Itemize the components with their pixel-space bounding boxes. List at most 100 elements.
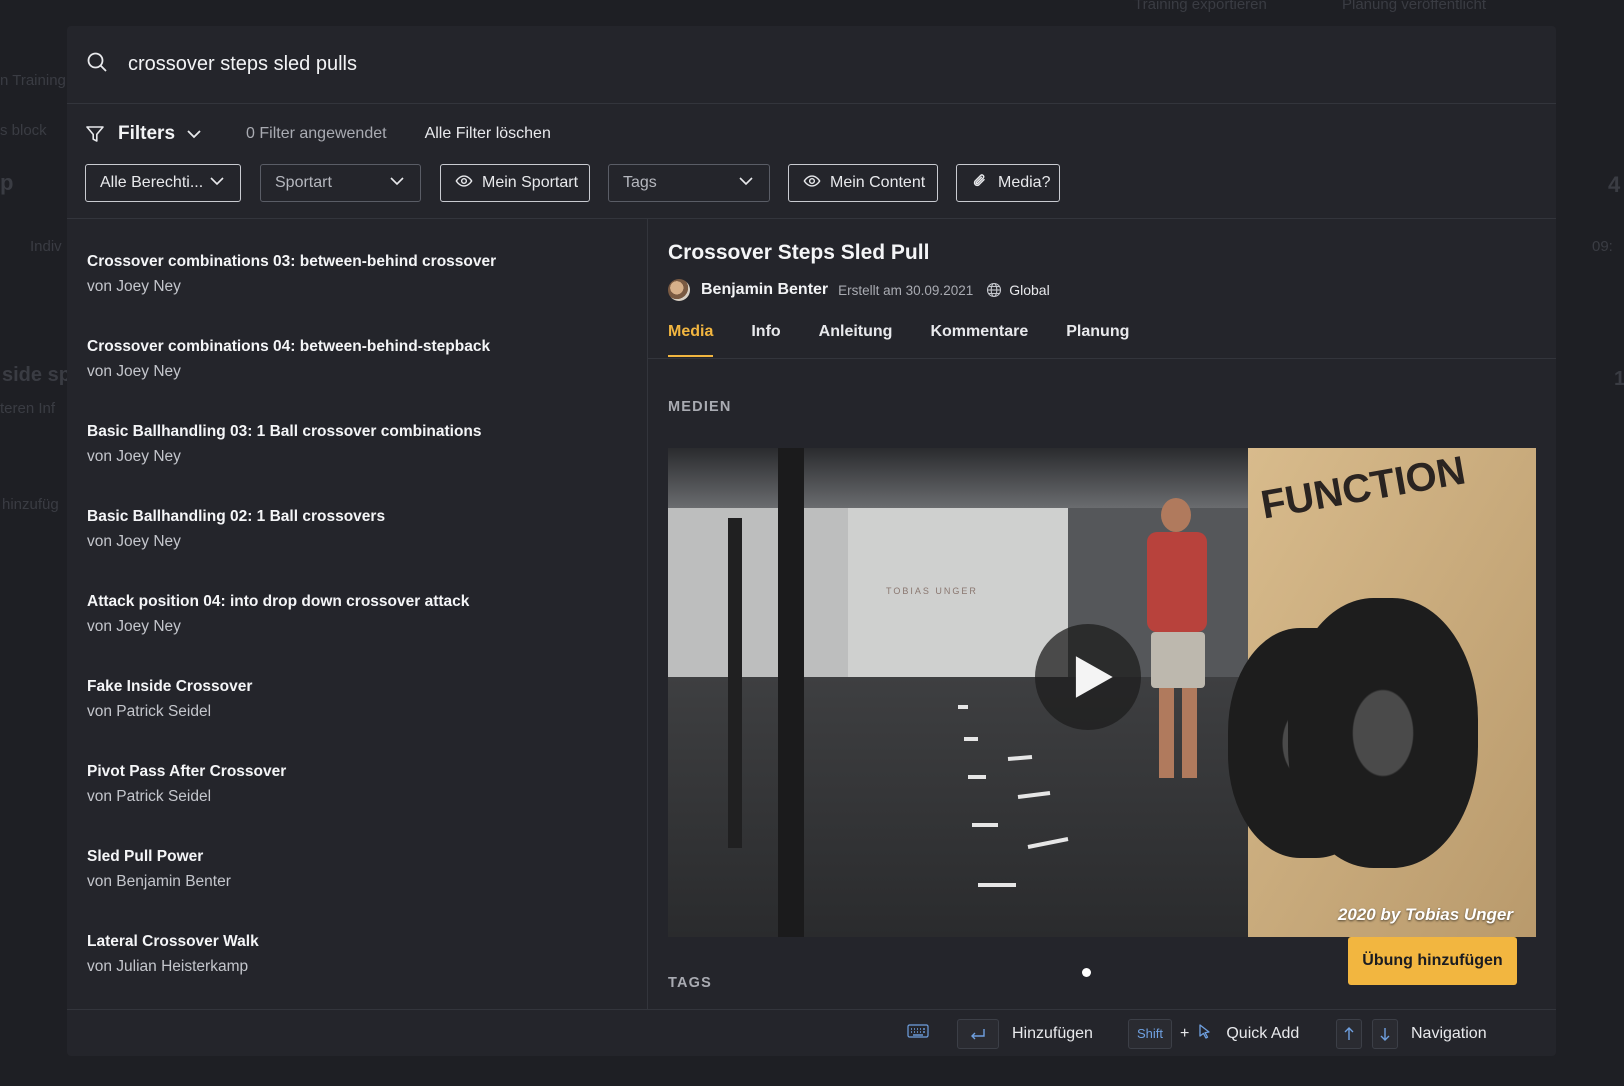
bg-fragment: 1 [1614, 368, 1624, 390]
add-hint-label: Hinzufügen [1012, 1024, 1093, 1042]
list-item[interactable]: Sled Pull Power von Benjamin Benter [87, 848, 637, 891]
media-section-label: MEDIEN [668, 399, 732, 415]
filters-header: Filters 0 Filter angewendet Alle Filter … [85, 114, 551, 154]
bg-published-label: Planung veröffentlicht [1342, 0, 1486, 13]
video-player[interactable]: TOBIAS UNGER FUNCTION 2020 by Tobias Ung… [668, 448, 1536, 937]
result-author: von Joey Ney [87, 533, 181, 550]
search-input[interactable]: crossover steps sled pulls [128, 53, 357, 76]
my-content-toggle[interactable]: Mein Content [788, 164, 938, 202]
arrow-up-key [1336, 1018, 1362, 1049]
clear-filters-button[interactable]: Alle Filter löschen [425, 125, 551, 143]
bg-fragment: Indiv [30, 238, 62, 255]
paperclip-icon [971, 172, 989, 195]
result-title: Fake Inside Crossover [87, 678, 253, 695]
tags-dropdown-placeholder: Tags [623, 174, 657, 191]
result-author: von Joey Ney [87, 363, 181, 380]
quick-add-hint: Shift + Quick Add [1128, 1010, 1299, 1056]
tab-planning[interactable]: Planung [1066, 317, 1129, 357]
list-item[interactable]: Crossover combinations 03: between-behin… [87, 253, 637, 296]
athlete-image [1143, 498, 1213, 788]
chevron-down-icon [388, 172, 406, 195]
chevron-down-icon [737, 172, 755, 195]
result-title: Basic Ballhandling 02: 1 Ball crossovers [87, 508, 386, 525]
result-author: von Patrick Seidel [87, 703, 212, 720]
result-author: von Patrick Seidel [87, 788, 212, 805]
result-title: Lateral Crossover Walk [87, 933, 259, 950]
exercise-author[interactable]: Benjamin Benter [701, 281, 828, 299]
tab-instructions[interactable]: Anleitung [819, 317, 893, 357]
result-author: von Joey Ney [87, 278, 181, 295]
list-item[interactable]: Lateral Crossover Walk von Julian Heiste… [87, 933, 637, 976]
list-item[interactable]: Attack position 04: into drop down cross… [87, 593, 637, 636]
search-icon [85, 50, 109, 79]
play-button[interactable] [1035, 624, 1141, 730]
exercise-search-modal: crossover steps sled pulls Filters 0 Fil… [67, 26, 1556, 1056]
quick-add-label: Quick Add [1226, 1024, 1300, 1042]
eye-icon [455, 172, 473, 195]
keyboard-icon[interactable] [907, 1023, 929, 1044]
video-watermark: 2020 by Tobias Unger [1337, 905, 1513, 924]
tab-comments[interactable]: Kommentare [930, 317, 1028, 357]
result-title: Crossover combinations 03: between-behin… [87, 253, 497, 270]
media-toggle[interactable]: Media? [956, 164, 1060, 202]
list-item[interactable]: Pivot Pass After Crossover von Patrick S… [87, 763, 637, 806]
my-sport-label: Mein Sportart [482, 174, 579, 191]
chevron-down-icon[interactable] [185, 125, 203, 143]
created-date: Erstellt am 30.09.2021 [838, 282, 974, 298]
navigation-label: Navigation [1411, 1024, 1487, 1042]
result-title: Sled Pull Power [87, 848, 204, 865]
my-sport-toggle[interactable]: Mein Sportart [440, 164, 590, 202]
result-author: von Joey Ney [87, 618, 181, 635]
chevron-down-icon [208, 172, 226, 195]
list-item[interactable]: Crossover combinations 04: between-behin… [87, 338, 637, 381]
result-title: Basic Ballhandling 03: 1 Ball crossover … [87, 423, 482, 440]
applied-filters-count: 0 Filter angewendet [246, 125, 387, 142]
keyboard-shortcuts-hint[interactable] [907, 1010, 929, 1056]
result-title: Attack position 04: into drop down cross… [87, 593, 470, 610]
avatar [668, 279, 690, 301]
exercise-meta: Benjamin Benter Erstellt am 30.09.2021 G… [668, 278, 1050, 302]
arrow-up-icon [1344, 1026, 1354, 1040]
shift-key: Shift [1128, 1018, 1173, 1049]
bg-fragment: n Training [0, 72, 66, 89]
tab-info[interactable]: Info [751, 317, 780, 357]
permissions-dropdown[interactable]: Alle Berechti... [85, 164, 241, 202]
list-item[interactable]: Fake Inside Crossover von Patrick Seidel [87, 678, 637, 721]
list-item[interactable]: Basic Ballhandling 03: 1 Ball crossover … [87, 423, 637, 466]
globe-icon [986, 282, 1002, 298]
result-title: Crossover combinations 04: between-behin… [87, 338, 491, 355]
tab-media[interactable]: Media [668, 317, 714, 357]
add-hint: Hinzufügen [957, 1010, 1093, 1056]
result-author: von Benjamin Benter [87, 873, 231, 890]
plus-sign: + [1180, 1024, 1190, 1042]
sport-dropdown[interactable]: Sportart [260, 164, 421, 202]
video-wall-back: TOBIAS UNGER [848, 508, 1068, 688]
permissions-dropdown-value: Alle Berechti... [100, 174, 204, 191]
keyboard-hints-bar: Hinzufügen Shift + Quick Add Navigation [67, 1009, 1556, 1056]
cursor-icon [1197, 1023, 1213, 1044]
list-item[interactable]: Basic Ballhandling 02: 1 Ball crossovers… [87, 508, 637, 551]
filter-funnel-icon[interactable] [85, 124, 105, 144]
arrow-down-icon [1380, 1027, 1390, 1041]
search-bar[interactable]: crossover steps sled pulls [67, 26, 1556, 104]
tags-dropdown[interactable]: Tags [608, 164, 770, 202]
filters-toggle[interactable]: Filters [118, 123, 175, 145]
results-list: Crossover combinations 03: between-behin… [67, 219, 647, 1009]
video-rack [778, 448, 804, 937]
bg-export-label: Training exportieren [1134, 0, 1267, 13]
play-icon [1075, 656, 1113, 698]
navigation-hint: Navigation [1336, 1010, 1487, 1056]
result-title: Pivot Pass After Crossover [87, 763, 287, 780]
exercise-detail-panel: Crossover Steps Sled Pull Benjamin Bente… [648, 219, 1556, 1009]
add-exercise-button[interactable]: Übung hinzufügen [1348, 937, 1517, 985]
bg-fragment: 4 [1608, 172, 1621, 197]
divider [648, 358, 1556, 359]
sport-dropdown-placeholder: Sportart [275, 174, 332, 191]
visibility-label: Global [1009, 282, 1050, 298]
video-rack [728, 518, 742, 848]
detail-tabs: Media Info Anleitung Kommentare Planung [668, 317, 1167, 357]
result-author: von Julian Heisterkamp [87, 958, 249, 975]
bg-fragment: p [0, 170, 14, 195]
carousel-dot[interactable] [1082, 968, 1091, 977]
exercise-title: Crossover Steps Sled Pull [668, 241, 930, 264]
